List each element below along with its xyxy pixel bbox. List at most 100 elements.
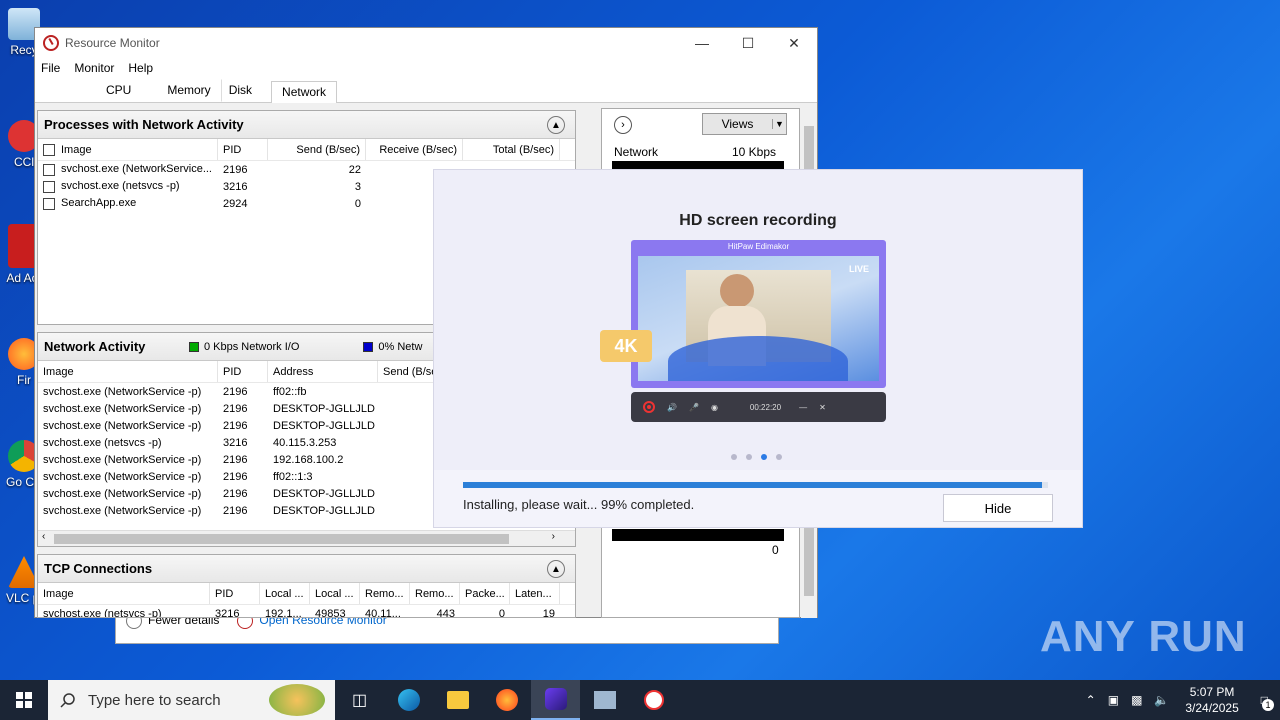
legend-network-io: 0 Kbps Network I/O [189,341,299,353]
cell-image: svchost.exe (NetworkService -p) [43,504,202,517]
folder-icon [446,691,469,709]
column-image[interactable]: Image [38,139,218,160]
carousel-dot[interactable] [731,454,737,460]
network-status-icon[interactable]: ▩ [1125,693,1148,707]
cell-pid: 3216 [223,436,248,449]
system-tray: ⌃ ▣ ▩ 🔈 5:07 PM 3/24/2025 □ 1 [1080,680,1280,720]
cell-address: ff02::1:3 [273,470,313,483]
column-latency[interactable]: Laten... [510,583,560,604]
pane-title: TCP Connections [44,561,153,576]
window-title: Resource Monitor [65,36,160,50]
hide-button[interactable]: Hide [943,494,1053,522]
column-local-address[interactable]: Local ... [260,583,310,604]
expand-icon[interactable]: › [614,116,632,134]
views-dropdown[interactable]: Views ▼ [702,113,787,135]
select-all-checkbox[interactable] [43,143,55,156]
column-remote-port[interactable]: Remo... [410,583,460,604]
resource-monitor-button[interactable] [629,680,678,720]
tab-bar: CPU Memory Disk Network [35,77,817,103]
cell-pid: 2196 [223,419,248,432]
tcp-header[interactable]: TCP Connections ▲ [38,555,575,583]
horizontal-scrollbar[interactable]: ‹ › [38,530,575,546]
cell-address: DESKTOP-JGLLJLD [273,402,375,415]
carousel-dot[interactable] [761,454,767,460]
file-explorer-button[interactable] [433,680,482,720]
column-packet-loss[interactable]: Packe... [460,583,510,604]
scroll-right-icon: › [551,531,555,542]
notification-badge: 1 [1262,699,1274,711]
maximize-button[interactable]: ☐ [725,28,771,58]
column-local-port[interactable]: Local ... [310,583,360,604]
table-row[interactable]: svchost.exe (netsvcs -p) 3216 192.1... 4… [38,605,575,618]
column-receive[interactable]: Receive (B/sec) [366,139,463,160]
edimakor-button[interactable] [531,680,580,720]
column-pid[interactable]: PID [218,139,268,160]
tab-memory[interactable]: Memory [156,79,222,102]
task-view-button[interactable]: ◫ [335,680,384,720]
network-app-button[interactable] [580,680,629,720]
row-checkbox[interactable] [43,197,55,210]
search-icon [60,693,75,708]
microphone-icon: 🎤 [688,402,699,412]
cell-address: 40.115.3.253 [273,436,337,449]
cell-image: svchost.exe (netsvcs -p) [43,436,162,449]
processes-header[interactable]: Processes with Network Activity ▲ [38,111,575,139]
row-checkbox[interactable] [43,180,55,193]
installer-dialog: HD screen recording HitPaw Edimakor LIVE… [433,169,1083,528]
resource-monitor-icon [643,690,664,710]
tab-network[interactable]: Network [271,81,338,103]
pane-title: Network Activity [44,339,146,354]
menu-help[interactable]: Help [128,61,153,75]
network-graph-bottom [612,529,784,541]
title-bar[interactable]: Resource Monitor — ☐ ✕ [35,28,817,58]
column-address[interactable]: Address [268,361,378,382]
show-hidden-icons-icon[interactable]: ⌃ [1080,693,1102,707]
column-total[interactable]: Total (B/sec) [463,139,560,160]
column-image[interactable]: Image [38,583,210,604]
4k-badge: 4K [600,330,652,362]
menu-bar: File Monitor Help [35,58,817,77]
column-pid[interactable]: PID [210,583,260,604]
cell-address: DESKTOP-JGLLJLD [273,504,375,517]
carousel-dot[interactable] [746,454,752,460]
scroll-left-icon: ‹ [42,531,46,542]
taskbar-search[interactable]: Type here to search [48,680,335,720]
preview-title: HitPaw Edimakor [727,242,790,251]
tab-disk[interactable]: Disk [222,79,271,102]
preview-image: HitPaw Edimakor LIVE [631,240,886,388]
collapse-icon[interactable]: ▲ [547,560,565,578]
row-checkbox[interactable] [43,163,55,176]
edge-button[interactable] [384,680,433,720]
column-remote-address[interactable]: Remo... [360,583,410,604]
green-square-icon [189,341,199,352]
cell-address: DESKTOP-JGLLJLD [273,419,375,432]
device-icon[interactable]: ▣ [1102,693,1125,707]
scroll-thumb[interactable] [54,534,509,544]
task-view-icon: ◫ [351,692,368,709]
clock[interactable]: 5:07 PM 3/24/2025 [1175,684,1248,716]
carousel-dot[interactable] [776,454,782,460]
notifications-button[interactable]: □ 1 [1249,693,1280,711]
network-icon [593,691,616,709]
tab-cpu[interactable]: CPU [95,79,156,102]
column-send[interactable]: Send (B/sec) [268,139,366,160]
blue-square-icon [363,341,374,352]
start-button[interactable] [0,680,48,720]
collapse-icon[interactable]: ▲ [547,116,565,134]
classroom-scene: LIVE [638,256,879,381]
menu-monitor[interactable]: Monitor [74,61,114,75]
install-status: Installing, please wait... 99% completed… [463,497,695,512]
close-button[interactable]: ✕ [771,28,817,58]
minimize-button[interactable]: — [679,28,725,58]
windows-icon [16,692,32,708]
search-placeholder: Type here to search [88,691,221,709]
graph-zero-label: 0 [772,543,779,557]
progress-fill [463,482,1043,488]
column-image[interactable]: Image [38,361,218,382]
menu-file[interactable]: File [41,61,60,75]
volume-icon[interactable]: 🔈 [1148,693,1175,707]
firefox-button[interactable] [482,680,531,720]
column-pid[interactable]: PID [218,361,268,382]
pane-title: Processes with Network Activity [44,117,244,132]
tcp-connections-pane: TCP Connections ▲ Image PID Local ... Lo… [37,554,576,618]
